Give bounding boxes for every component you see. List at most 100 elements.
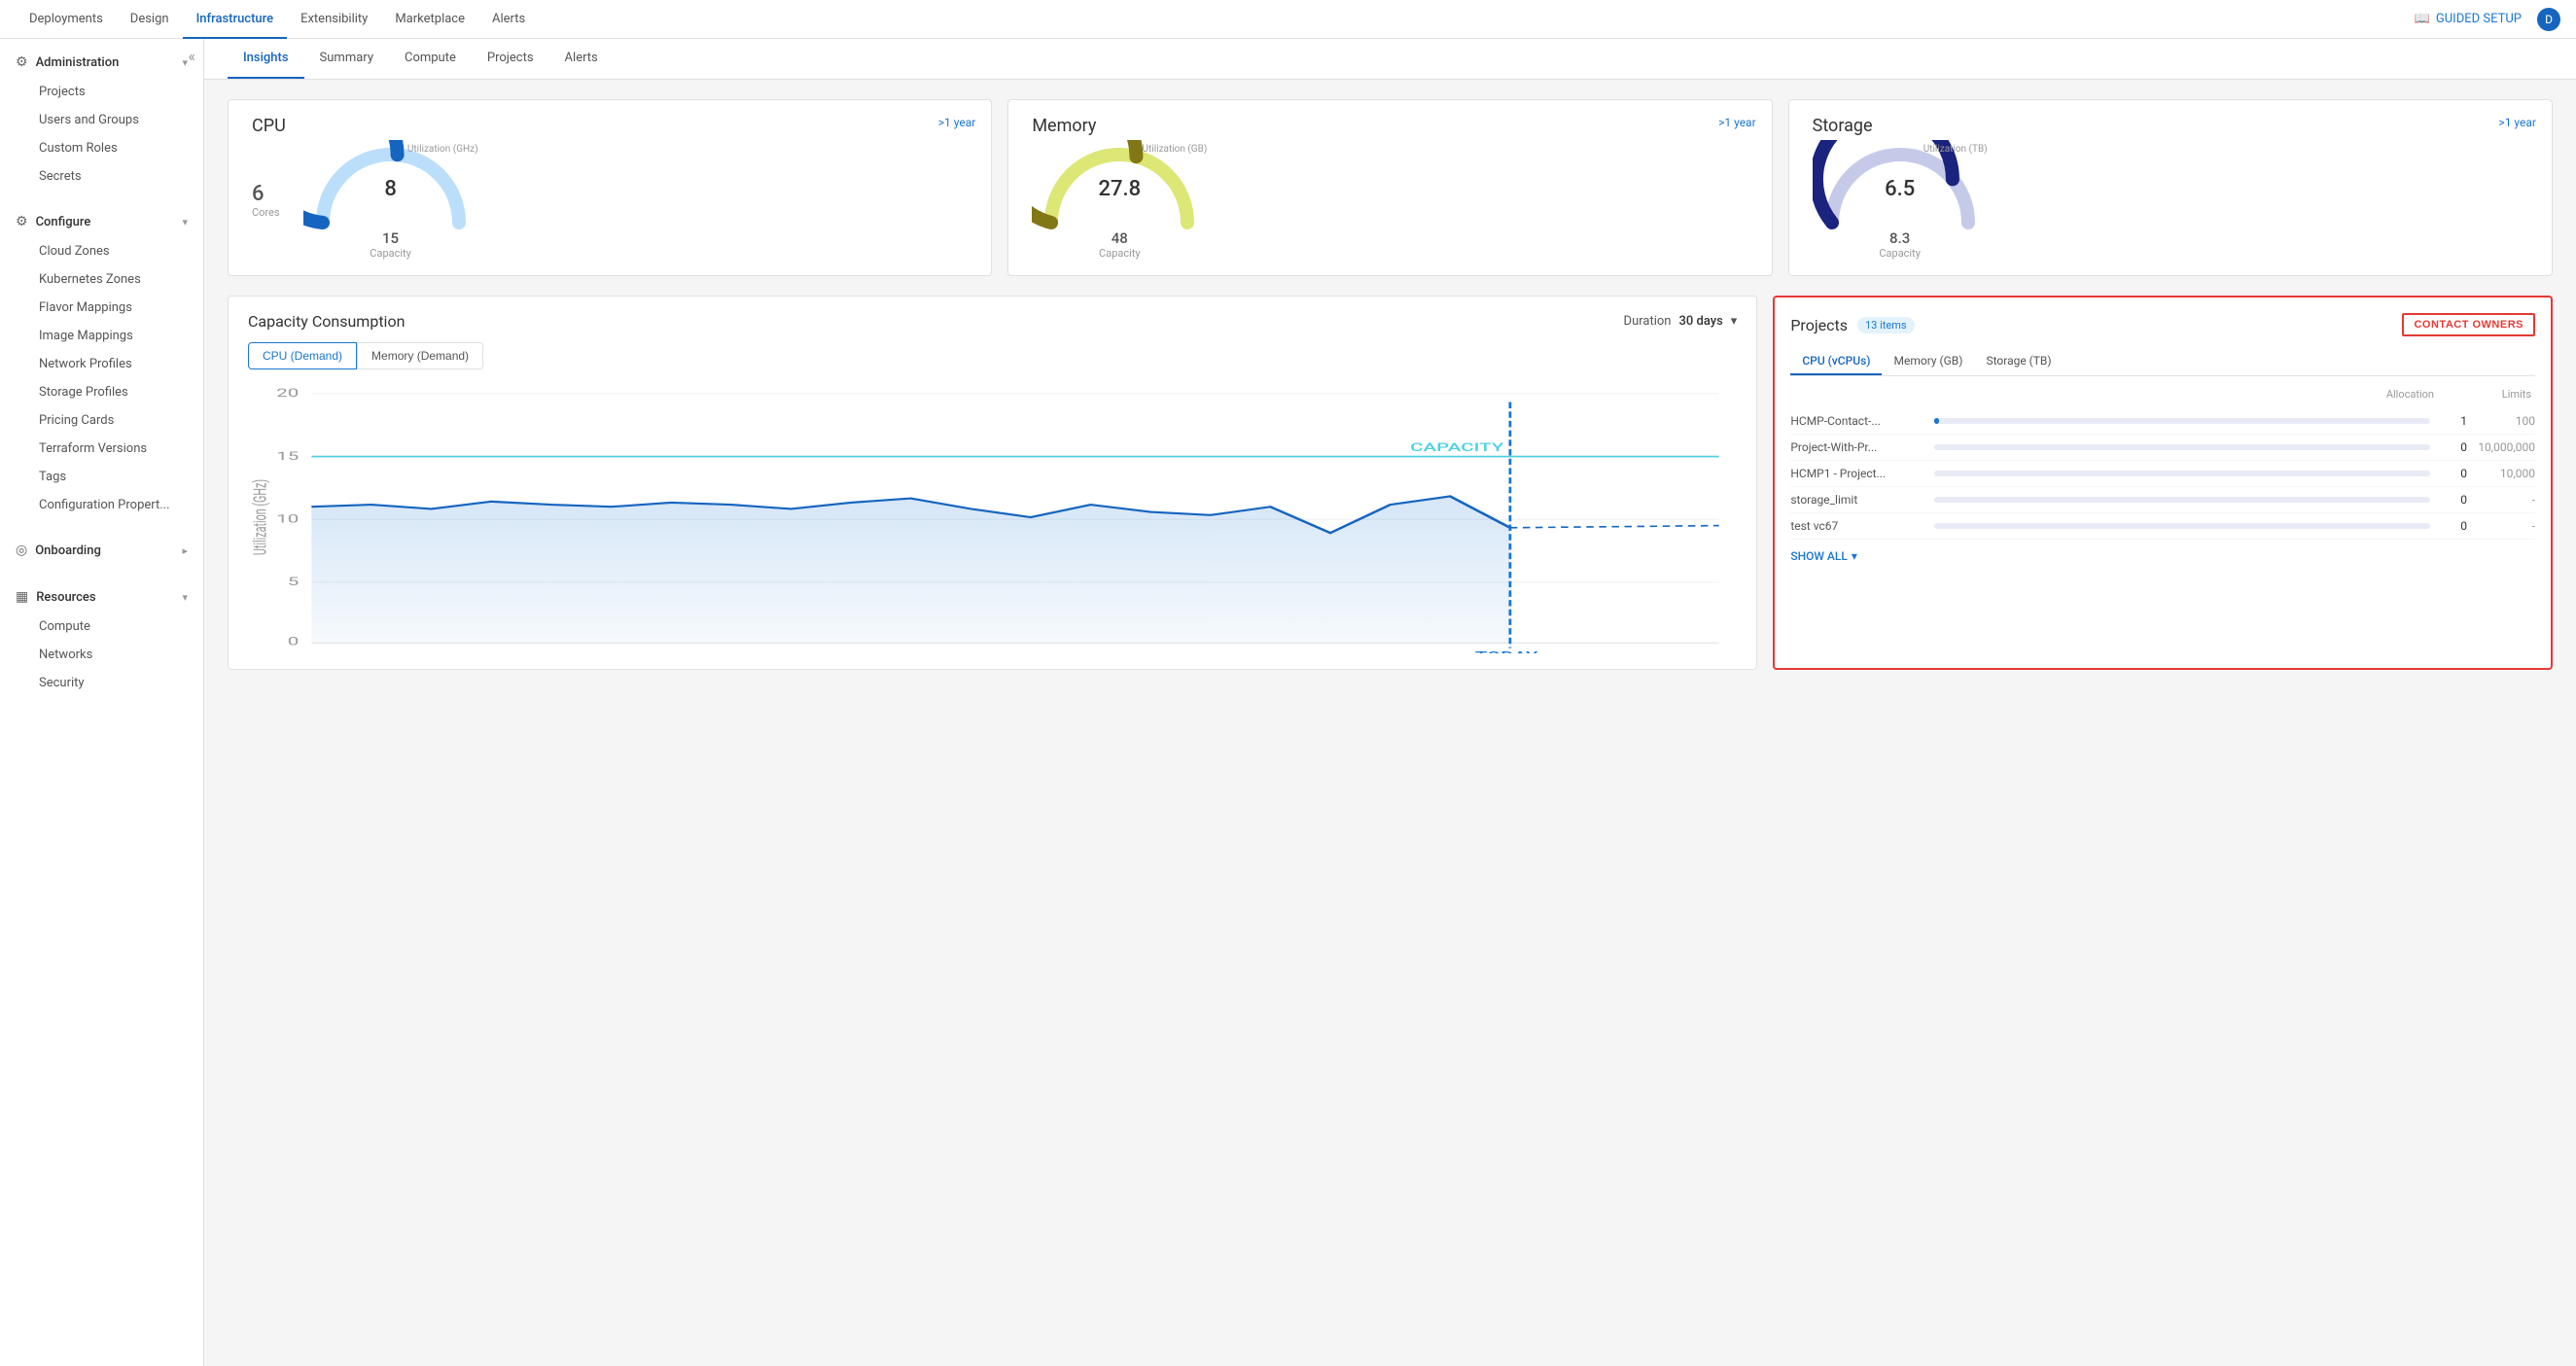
- svg-text:CAPACITY: CAPACITY: [1410, 441, 1504, 455]
- gauge-card-storage: Storage >1 year Utilization (TB) 6.5 8.3…: [1788, 99, 2553, 276]
- show-all-button[interactable]: SHOW ALL ▾: [1790, 540, 2535, 563]
- gauge-bottom: 15 Capacity: [370, 229, 411, 260]
- bottom-row: Capacity Consumption Duration 30 days ▾ …: [228, 296, 2553, 670]
- gauge-row: CPU >1 year 6 Cores Utilization (GHz) 8 …: [228, 99, 2553, 276]
- sidebar-collapse-button[interactable]: «: [188, 47, 195, 65]
- sidebar-section-header-resources[interactable]: ▦Resources▾: [0, 581, 203, 613]
- project-bar-wrap: [1934, 523, 2430, 529]
- sidebar-section-header-administration[interactable]: ⚙Administration▾: [0, 47, 203, 78]
- gauge-svg-wrap: Utilization (GHz) 8 15 Capacity: [303, 140, 478, 260]
- sidebar-item-terraform-versions[interactable]: Terraform Versions: [0, 435, 203, 463]
- sidebar-section-administration: ⚙Administration▾ProjectsUsers and Groups…: [0, 39, 203, 198]
- project-limit: 100: [2467, 414, 2535, 428]
- sidebar-item-cloud-zones[interactable]: Cloud Zones: [0, 237, 203, 265]
- chevron-onboarding: ▸: [182, 544, 188, 557]
- sidebar-item-flavor-mappings[interactable]: Flavor Mappings: [0, 294, 203, 322]
- sidebar-item-security[interactable]: Security: [0, 669, 203, 697]
- dark-mode-label: D: [2545, 13, 2553, 26]
- sidebar-item-kubernetes-zones[interactable]: Kubernetes Zones: [0, 265, 203, 294]
- project-limit: 10,000,000: [2467, 440, 2535, 454]
- capacity-chart-svg: 20 15 10 5 0 Utilization (GHz): [248, 381, 1737, 653]
- chart-tabs: CPU (Demand)Memory (Demand): [248, 342, 1737, 369]
- gauge-period: >1 year: [2498, 116, 2536, 129]
- projects-sub-tab-memory-gb[interactable]: Memory (GB): [1882, 348, 1974, 375]
- nav-item-deployments[interactable]: Deployments: [16, 0, 117, 39]
- svg-text:15: 15: [276, 449, 299, 463]
- gauge-title: CPU: [252, 116, 968, 136]
- sub-tab-summary[interactable]: Summary: [304, 39, 389, 79]
- svg-text:Utilization (GHz): Utilization (GHz): [250, 479, 271, 555]
- projects-sub-tab-storage-tb[interactable]: Storage (TB): [1974, 348, 2063, 375]
- sidebar-item-pricing-cards[interactable]: Pricing Cards: [0, 406, 203, 435]
- project-rows: HCMP-Contact-... 1 100 Project-With-Pr..…: [1790, 408, 2535, 540]
- chevron-administration: ▾: [182, 56, 188, 69]
- sidebar-item-network-profiles[interactable]: Network Profiles: [0, 350, 203, 378]
- capacity-consumption-card: Capacity Consumption Duration 30 days ▾ …: [228, 296, 1757, 670]
- duration-select[interactable]: Duration 30 days ▾: [1624, 314, 1738, 329]
- sidebar-item-projects[interactable]: Projects: [0, 78, 203, 106]
- sub-tab-projects[interactable]: Projects: [472, 39, 549, 79]
- gauge-center-value: 8: [384, 177, 397, 201]
- nav-item-marketplace[interactable]: Marketplace: [381, 0, 478, 39]
- gauge-cores-label: Cores: [252, 206, 280, 219]
- guided-setup-button[interactable]: 📖 GUIDED SETUP: [2415, 12, 2522, 26]
- sidebar-item-storage-profiles[interactable]: Storage Profiles: [0, 378, 203, 406]
- contact-owners-button[interactable]: CONTACT OWNERS: [2402, 313, 2535, 336]
- project-bar-wrap: [1934, 418, 2430, 424]
- projects-sub-tab-cpu-vcpus[interactable]: CPU (vCPUs): [1790, 348, 1882, 375]
- gauge-bottom-label: Capacity: [370, 247, 411, 260]
- dark-mode-button[interactable]: D: [2537, 8, 2560, 31]
- show-all-label: SHOW ALL: [1790, 549, 1848, 563]
- chevron-down-icon: ▾: [1852, 549, 1857, 563]
- sidebar-item-secrets[interactable]: Secrets: [0, 162, 203, 191]
- gauge-bottom-value: 8.3: [1879, 229, 1921, 247]
- sidebar-item-configuration-propert[interactable]: Configuration Propert...: [0, 491, 203, 519]
- section-label-configure: Configure: [36, 215, 91, 229]
- nav-item-infrastructure[interactable]: Infrastructure: [183, 0, 288, 39]
- project-allocation: 1: [2438, 414, 2467, 428]
- chart-tab-cpu-demand[interactable]: CPU (Demand): [248, 342, 357, 369]
- gauge-util-label: Utilization (TB): [1923, 144, 1988, 155]
- sidebar-item-compute[interactable]: Compute: [0, 613, 203, 641]
- sub-tab-compute[interactable]: Compute: [389, 39, 472, 79]
- project-allocation: 0: [2438, 519, 2467, 533]
- duration-value[interactable]: 30 days: [1678, 314, 1722, 329]
- sidebar-item-networks[interactable]: Networks: [0, 641, 203, 669]
- sub-tab-alerts[interactable]: Alerts: [549, 39, 614, 79]
- sidebar-section-onboarding: ◎Onboarding▸: [0, 527, 203, 574]
- project-limit: -: [2467, 493, 2535, 507]
- sub-tab-insights[interactable]: Insights: [228, 39, 304, 79]
- section-icon-onboarding: ◎: [16, 543, 27, 558]
- gauge-bottom-value: 48: [1099, 229, 1141, 247]
- project-row: HCMP-Contact-... 1 100: [1790, 408, 2535, 435]
- sidebar-section-header-onboarding[interactable]: ◎Onboarding▸: [0, 535, 203, 566]
- project-bar: [1934, 418, 1939, 424]
- gauge-title: Storage: [1813, 116, 2528, 136]
- gauge-center-value: 27.8: [1099, 177, 1142, 201]
- chart-tab-memory-demand[interactable]: Memory (Demand): [357, 342, 483, 369]
- sidebar-item-tags[interactable]: Tags: [0, 463, 203, 491]
- top-nav: DeploymentsDesignInfrastructureExtensibi…: [0, 0, 2576, 39]
- gauge-svg-wrap: Utilization (GB) 27.8 48 Capacity: [1032, 140, 1207, 260]
- sidebar-item-image-mappings[interactable]: Image Mappings: [0, 322, 203, 350]
- nav-item-design[interactable]: Design: [117, 0, 183, 39]
- project-row: HCMP1 - Project... 0 10,000: [1790, 461, 2535, 487]
- project-name: test vc67: [1790, 519, 1926, 533]
- gauge-bottom-label: Capacity: [1879, 247, 1921, 260]
- sub-tabs-bar: InsightsSummaryComputeProjectsAlerts: [204, 39, 2576, 80]
- sidebar-item-custom-roles[interactable]: Custom Roles: [0, 134, 203, 162]
- nav-item-extensibility[interactable]: Extensibility: [287, 0, 381, 39]
- chevron-down-icon[interactable]: ▾: [1731, 314, 1738, 329]
- gauge-center-value: 6.5: [1885, 177, 1915, 201]
- gauge-container: Utilization (TB) 6.5 8.3 Capacity: [1813, 140, 2528, 260]
- gauge-bottom-label: Capacity: [1099, 247, 1141, 260]
- project-allocation: 0: [2438, 440, 2467, 454]
- gauge-bottom-value: 15: [370, 229, 411, 247]
- gauge-cores-value: 6: [252, 182, 280, 206]
- gauge-card-memory: Memory >1 year Utilization (GB) 27.8 48 …: [1007, 99, 1772, 276]
- project-limit: -: [2467, 519, 2535, 533]
- project-bar-wrap: [1934, 497, 2430, 503]
- sidebar-item-users-and-groups[interactable]: Users and Groups: [0, 106, 203, 134]
- sidebar-section-header-configure[interactable]: ⚙Configure▾: [0, 206, 203, 237]
- nav-item-alerts[interactable]: Alerts: [478, 0, 539, 39]
